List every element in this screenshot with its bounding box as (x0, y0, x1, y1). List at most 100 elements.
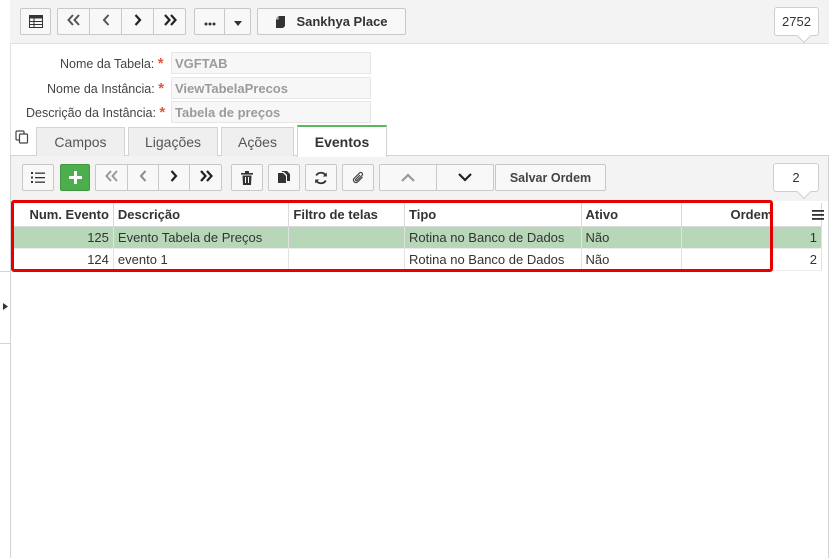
instance-name-field[interactable]: ViewTabelaPrecos (171, 77, 371, 99)
cell-num-evento[interactable]: 124 (14, 248, 114, 271)
double-chevron-left-icon (66, 14, 81, 29)
side-panel-toggle[interactable] (0, 271, 11, 344)
record-counter-value: 2752 (782, 14, 811, 29)
refresh-button[interactable] (305, 164, 337, 191)
tab-label: Campos (54, 134, 107, 150)
list-icon (31, 172, 45, 183)
cell-tipo[interactable]: Rotina no Banco de Dados (404, 248, 582, 271)
more-options-dropdown[interactable] (224, 8, 251, 35)
sankhya-place-label: Sankhya Place (296, 14, 388, 29)
grid-first-button[interactable] (95, 164, 128, 191)
sankhya-place-button[interactable]: Sankhya Place (257, 8, 406, 35)
column-header-filtro-telas[interactable]: Filtro de telas (288, 203, 406, 227)
instance-name-value: ViewTabelaPrecos (175, 80, 288, 96)
column-header-ordem[interactable]: Ordem (681, 203, 823, 227)
grid-next-button[interactable] (158, 164, 190, 191)
required-marker: * (159, 103, 166, 121)
grid-last-button[interactable] (189, 164, 222, 191)
move-down-button[interactable] (436, 164, 494, 191)
save-order-button[interactable]: Salvar Ordem (495, 164, 606, 191)
column-header-label: Ativo (585, 206, 619, 222)
table-name-label: Nome da Tabela: * (60, 55, 164, 72)
table-row[interactable]: 124 evento 1 Rotina no Banco de Dados Nã… (14, 248, 823, 271)
cell-ordem[interactable]: 2 (681, 248, 823, 271)
more-options-button[interactable] (194, 8, 225, 35)
column-header-num-evento[interactable]: Num. Evento (14, 203, 114, 227)
tab-ligacoes[interactable]: Ligações (128, 127, 218, 156)
table-header-row: Num. Evento Descrição Filtro de telas Ti… (14, 203, 823, 227)
table-name-field[interactable]: VGFTAB (171, 52, 371, 74)
instance-name-label: Nome da Instância: * (47, 80, 164, 97)
table-row[interactable]: 125 Evento Tabela de Preços Rotina no Ba… (14, 226, 823, 249)
detail-tabs: Campos Ligações Ações Eventos (10, 125, 829, 157)
tab-label: Ações (238, 134, 277, 150)
cell-descricao[interactable]: evento 1 (113, 248, 290, 271)
double-chevron-right-icon (199, 170, 213, 185)
grid-counter: 2 (773, 163, 819, 192)
chevron-left-icon (102, 14, 110, 29)
column-header-ativo[interactable]: Ativo (581, 203, 682, 227)
paperclip-icon (352, 171, 365, 185)
table-icon (28, 15, 43, 28)
chevron-left-icon (139, 170, 147, 185)
last-record-button[interactable] (153, 8, 186, 35)
instance-description-field[interactable]: Tabela de preços (171, 101, 371, 123)
duplicate-button[interactable] (268, 164, 300, 191)
column-header-descricao[interactable]: Descrição (113, 203, 290, 227)
record-navigation (57, 8, 186, 35)
move-up-button[interactable] (379, 164, 437, 191)
cell-ativo[interactable]: Não (581, 226, 682, 249)
delete-button[interactable] (231, 164, 263, 191)
column-header-label: Tipo (409, 206, 437, 222)
chevron-right-icon (170, 170, 178, 185)
cell-tipo[interactable]: Rotina no Banco de Dados (404, 226, 582, 249)
column-header-label: Ordem (730, 206, 773, 222)
column-header-label: Num. Evento (29, 206, 109, 222)
clone-icon (277, 170, 291, 185)
table-name-value: VGFTAB (175, 55, 228, 71)
instance-description-label-text: Descrição da Instância: (26, 105, 156, 120)
column-menu-icon[interactable] (812, 208, 824, 223)
grid-counter-value: 2 (792, 170, 800, 185)
list-view-button[interactable] (22, 164, 54, 191)
column-header-tipo[interactable]: Tipo (404, 203, 582, 227)
trash-icon (241, 170, 253, 185)
tab-label: Eventos (314, 134, 370, 150)
save-order-label: Salvar Ordem (509, 170, 592, 185)
events-table: Num. Evento Descrição Filtro de telas Ti… (14, 203, 823, 271)
ellipsis-icon (204, 14, 216, 29)
grid-previous-button[interactable] (127, 164, 159, 191)
instance-name-label-text: Nome da Instância: (47, 81, 155, 96)
record-counter: 2752 (774, 7, 819, 36)
more-options-group (194, 8, 251, 35)
bag-icon (275, 15, 286, 28)
caret-down-icon (233, 14, 242, 29)
add-button[interactable] (60, 164, 90, 191)
next-record-button[interactable] (121, 8, 154, 35)
chevron-right-icon (134, 14, 142, 29)
table-name-label-text: Nome da Tabela: (60, 56, 155, 71)
cell-descricao[interactable]: Evento Tabela de Preços (113, 226, 290, 249)
column-header-label: Descrição (117, 206, 181, 222)
attach-button[interactable] (342, 164, 374, 191)
tab-eventos[interactable]: Eventos (297, 125, 387, 157)
events-table-wrap: Num. Evento Descrição Filtro de telas Ti… (14, 203, 823, 271)
cell-ordem[interactable]: 1 (681, 226, 823, 249)
caret-right-icon (2, 303, 8, 312)
plus-icon (68, 171, 82, 184)
previous-record-button[interactable] (89, 8, 122, 35)
cell-filtro-telas[interactable] (288, 248, 406, 271)
tab-campos[interactable]: Campos (36, 127, 125, 156)
instance-description-value: Tabela de preços (175, 104, 281, 120)
cell-filtro-telas[interactable] (288, 226, 406, 249)
order-group (379, 164, 494, 191)
cell-ativo[interactable]: Não (581, 248, 682, 271)
cell-num-evento[interactable]: 125 (14, 226, 114, 249)
tab-acoes[interactable]: Ações (221, 127, 294, 156)
required-marker: * (157, 54, 164, 72)
grid-view-button[interactable] (20, 8, 51, 35)
tab-label: Ligações (144, 134, 202, 150)
required-marker: * (158, 79, 165, 97)
refresh-icon (314, 171, 328, 185)
first-record-button[interactable] (57, 8, 90, 35)
